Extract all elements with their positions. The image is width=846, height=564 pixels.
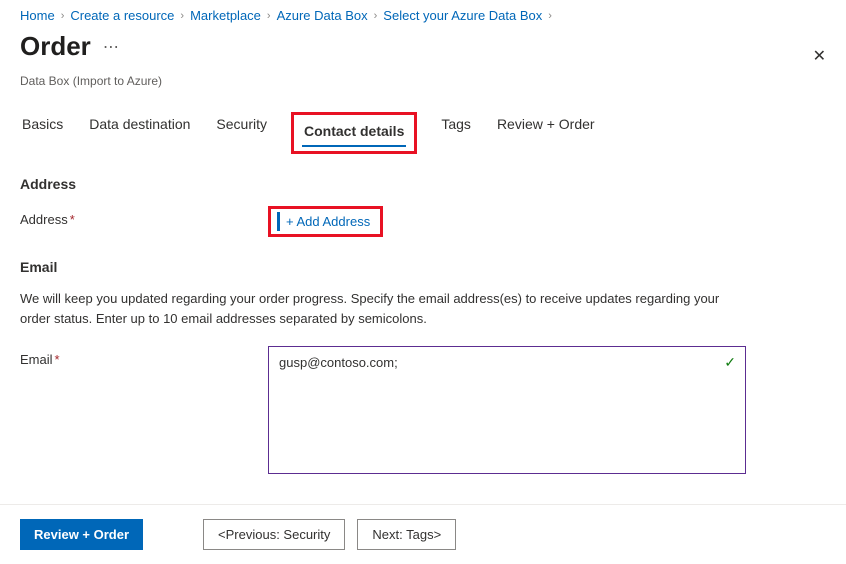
tab-contact-details[interactable]: Contact details: [302, 119, 406, 147]
tab-review-order[interactable]: Review + Order: [495, 112, 597, 154]
tab-data-destination[interactable]: Data destination: [87, 112, 192, 154]
footer: Review + Order <Previous: Security Next:…: [0, 504, 846, 564]
close-icon[interactable]: ✕: [813, 46, 826, 66]
more-icon[interactable]: ⋯: [103, 37, 119, 57]
chevron-right-icon: ›: [548, 10, 552, 22]
check-icon: ✓: [724, 354, 736, 371]
required-icon: *: [70, 212, 75, 227]
email-section-heading: Email: [20, 259, 826, 275]
previous-button[interactable]: <Previous: Security: [203, 519, 345, 550]
tab-security[interactable]: Security: [214, 112, 269, 154]
add-address-button[interactable]: + Add Address: [277, 212, 374, 231]
review-order-button[interactable]: Review + Order: [20, 519, 143, 550]
page-title: Order: [20, 31, 91, 62]
chevron-right-icon: ›: [61, 10, 65, 22]
chevron-right-icon: ›: [180, 10, 184, 22]
breadcrumb: Home › Create a resource › Marketplace ›…: [0, 0, 846, 27]
email-input[interactable]: [268, 346, 746, 474]
breadcrumb-marketplace[interactable]: Marketplace: [190, 8, 261, 23]
breadcrumb-create-resource[interactable]: Create a resource: [70, 8, 174, 23]
breadcrumb-home[interactable]: Home: [20, 8, 55, 23]
highlight-contact-details: Contact details: [291, 112, 417, 154]
tab-tags[interactable]: Tags: [439, 112, 473, 154]
required-icon: *: [55, 352, 60, 367]
tabs: Basics Data destination Security Contact…: [0, 104, 846, 154]
address-section-heading: Address: [20, 176, 826, 192]
chevron-right-icon: ›: [267, 10, 271, 22]
tab-basics[interactable]: Basics: [20, 112, 65, 154]
next-button[interactable]: Next: Tags>: [357, 519, 456, 550]
breadcrumb-select-data-box[interactable]: Select your Azure Data Box: [383, 8, 542, 23]
chevron-right-icon: ›: [374, 10, 378, 22]
highlight-add-address: + Add Address: [268, 206, 383, 237]
address-label: Address*: [20, 206, 268, 227]
page-subtitle: Data Box (Import to Azure): [0, 74, 846, 104]
breadcrumb-azure-data-box[interactable]: Azure Data Box: [277, 8, 368, 23]
email-description: We will keep you updated regarding your …: [20, 289, 740, 328]
email-label: Email*: [20, 346, 268, 367]
